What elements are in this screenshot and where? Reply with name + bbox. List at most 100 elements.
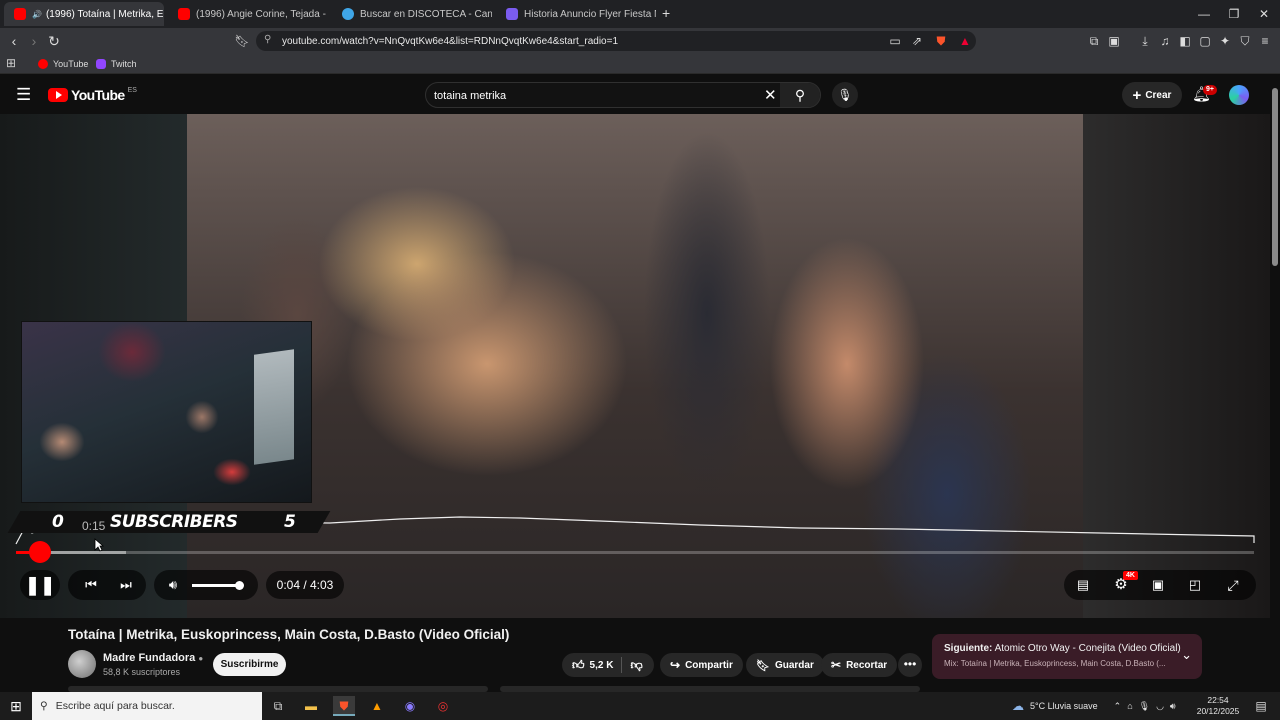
- microphone-tray-icon[interactable]: 🎙︎: [1139, 701, 1150, 712]
- notifications-center-icon[interactable]: ▤: [1250, 696, 1272, 716]
- chevron-up-icon[interactable]: ⌃: [1114, 701, 1122, 712]
- up-next-box[interactable]: Siguiente: Atomic Otro Way - Conejita (V…: [932, 634, 1202, 679]
- create-button[interactable]: + Crear: [1122, 82, 1182, 108]
- miniplayer-button[interactable]: ▣: [1143, 570, 1173, 600]
- region-code: ES: [127, 86, 137, 94]
- speaker-icon[interactable]: 🔊︎: [1170, 701, 1176, 712]
- clear-search-icon[interactable]: ✕: [764, 86, 777, 104]
- more-horizontal-icon: •••: [903, 657, 917, 671]
- apps-grid-icon[interactable]: ⊞: [6, 56, 16, 70]
- youtube-header: ☰ YouTube ES ✕ ⚲ 🎙︎ + Crear 🔔︎ 9+: [0, 76, 1280, 114]
- save-button[interactable]: 🔖︎ Guardar: [746, 653, 824, 677]
- back-arrow-icon[interactable]: ‹: [4, 31, 24, 51]
- save-bookmark-icon: 🔖︎: [756, 659, 770, 672]
- wifi-icon[interactable]: ◡: [1156, 701, 1164, 712]
- search-input[interactable]: [434, 87, 754, 104]
- cast-tab-icon[interactable]: ▭: [886, 32, 904, 50]
- youtube-logo[interactable]: YouTube ES: [48, 87, 137, 103]
- youtube-favicon-icon: [178, 8, 190, 20]
- tab-youtube-totaina[interactable]: 🔊 (1996) Totaína | Metrika, Eusk ✕: [4, 2, 164, 26]
- create-label: Crear: [1145, 89, 1172, 101]
- share-arrow-icon: ↪: [670, 658, 681, 672]
- system-tray: ☁ 5°C Lluvia suave ⌃ ⌂ 🎙︎ ◡ 🔊︎: [1012, 692, 1176, 720]
- page-scrollbar[interactable]: [1270, 76, 1280, 692]
- more-actions-button[interactable]: •••: [898, 653, 922, 677]
- mute-button[interactable]: 🔊︎: [158, 570, 188, 600]
- system-clock[interactable]: 22:54 20/12/2025: [1196, 695, 1240, 717]
- file-explorer-icon[interactable]: ▬: [300, 696, 322, 716]
- tab-search-icon[interactable]: ▣: [1105, 32, 1123, 50]
- reload-icon[interactable]: ↻: [44, 31, 64, 51]
- progress-bar[interactable]: [16, 551, 1254, 554]
- site-info-icon[interactable]: ⚲: [264, 34, 271, 45]
- pause-button[interactable]: ❚❚: [25, 570, 55, 600]
- weather-cloud-icon[interactable]: ☁: [1012, 699, 1024, 713]
- share-label: Compartir: [685, 659, 733, 671]
- obs-like-app-icon[interactable]: ◎: [432, 696, 454, 716]
- restore-icon[interactable]: ❐: [1220, 4, 1248, 24]
- extensions-icon[interactable]: ⧉: [1085, 32, 1103, 50]
- forward-arrow-icon[interactable]: ›: [24, 31, 44, 51]
- tab-canva-discoteca[interactable]: Buscar en DISCOTECA - Canva: [332, 2, 492, 26]
- channel-name[interactable]: Madre Fundadora ●: [103, 652, 203, 664]
- tab-label: Buscar en DISCOTECA - Canva: [360, 8, 492, 20]
- chevron-down-icon[interactable]: ⌄: [1181, 647, 1192, 663]
- dislike-icon[interactable]: 👎︎: [630, 658, 642, 673]
- fullscreen-button[interactable]: ⤢: [1218, 570, 1248, 600]
- brave-rewards-icon[interactable]: ▲: [956, 32, 974, 50]
- new-tab-plus-icon[interactable]: +: [662, 5, 670, 21]
- channel-avatar[interactable]: [68, 650, 96, 678]
- app-icon-orange[interactable]: ▲: [366, 696, 388, 716]
- tab-label: (1996) Angie Corine, Tejada - ESPAÑ: [196, 8, 328, 20]
- weather-text[interactable]: 5°C Lluvia suave: [1030, 701, 1098, 711]
- like-dislike-group: 👍︎ 5,2 K 👎︎: [562, 653, 654, 677]
- subscriber-goal-count: 5: [284, 512, 296, 532]
- media-controls-icon[interactable]: ♫: [1156, 32, 1174, 50]
- download-icon[interactable]: ⤓: [1136, 32, 1154, 50]
- leo-ai-icon[interactable]: ✦: [1216, 32, 1234, 50]
- brave-browser-icon[interactable]: ⛊: [333, 696, 355, 716]
- windows-taskbar: ⊞ ⚲ Escribe aquí para buscar. ⧉ ▬ ⛊ ▲ ◉ …: [0, 692, 1280, 720]
- bookmark-label: Twitch: [111, 59, 137, 69]
- sidebar-icon[interactable]: ◧: [1176, 32, 1194, 50]
- tab-youtube-angie[interactable]: (1996) Angie Corine, Tejada - ESPAÑ: [168, 2, 328, 26]
- network-icon[interactable]: ⌂: [1127, 701, 1132, 711]
- clip-button[interactable]: ✂ Recortar: [821, 653, 898, 677]
- wallet-icon[interactable]: ▢: [1196, 32, 1214, 50]
- cast-button[interactable]: ◰: [1180, 570, 1210, 600]
- next-button[interactable]: ⏭︎: [111, 570, 141, 600]
- taskbar-search[interactable]: ⚲ Escribe aquí para buscar.: [32, 692, 262, 720]
- discord-like-app-icon[interactable]: ◉: [399, 696, 421, 716]
- scrollbar-thumb[interactable]: [1272, 88, 1278, 266]
- share-button[interactable]: ↪ Compartir: [660, 653, 743, 677]
- like-icon[interactable]: 👍︎: [572, 658, 585, 673]
- tab-canva-flyer[interactable]: Historia Anuncio Flyer Fiesta Neon P: [496, 2, 656, 26]
- bookmark-twitch[interactable]: Twitch: [96, 56, 137, 72]
- previous-button[interactable]: ⏮︎: [76, 570, 106, 600]
- close-window-icon[interactable]: ✕: [1250, 4, 1278, 24]
- voice-search-mic-icon[interactable]: 🎙︎: [832, 82, 858, 108]
- search-box[interactable]: ✕ ⚲: [425, 82, 821, 108]
- hamburger-menu-icon[interactable]: ☰: [16, 85, 31, 105]
- time-display: 0:04 / 4:03: [266, 571, 344, 599]
- windows-start-icon[interactable]: ⊞: [5, 696, 27, 716]
- vpn-icon[interactable]: ⛉: [1236, 32, 1254, 50]
- brave-shields-icon[interactable]: ⛊: [932, 32, 950, 50]
- progress-scrubber-handle[interactable]: [29, 541, 51, 563]
- video-player[interactable]: 0 SUBSCRIBERS 5 0:15 ❚❚ ⏮︎ ⏭︎ 🔊︎ 0:04 / …: [0, 114, 1270, 618]
- bookmark-youtube[interactable]: YouTube: [38, 56, 88, 72]
- url-bar[interactable]: ⚲ youtube.com/watch?v=NnQvqtKw6e4&list=R…: [256, 31, 976, 51]
- share-icon[interactable]: ⇗: [908, 32, 926, 50]
- like-count[interactable]: 5,2 K: [590, 660, 614, 671]
- volume-slider[interactable]: [192, 584, 240, 587]
- volume-slider-handle[interactable]: [235, 581, 244, 590]
- webcam-monitor-shape: [254, 349, 294, 465]
- user-avatar[interactable]: [1229, 85, 1249, 105]
- minimize-icon[interactable]: —: [1190, 4, 1218, 24]
- menu-icon[interactable]: ≡: [1256, 32, 1274, 50]
- subtitles-button[interactable]: ▤: [1068, 570, 1098, 600]
- subscribe-button[interactable]: Suscribirme: [213, 653, 286, 676]
- search-button[interactable]: ⚲: [780, 83, 820, 107]
- task-view-icon[interactable]: ⧉: [267, 696, 289, 716]
- bookmark-icon[interactable]: 🔖︎: [232, 31, 252, 51]
